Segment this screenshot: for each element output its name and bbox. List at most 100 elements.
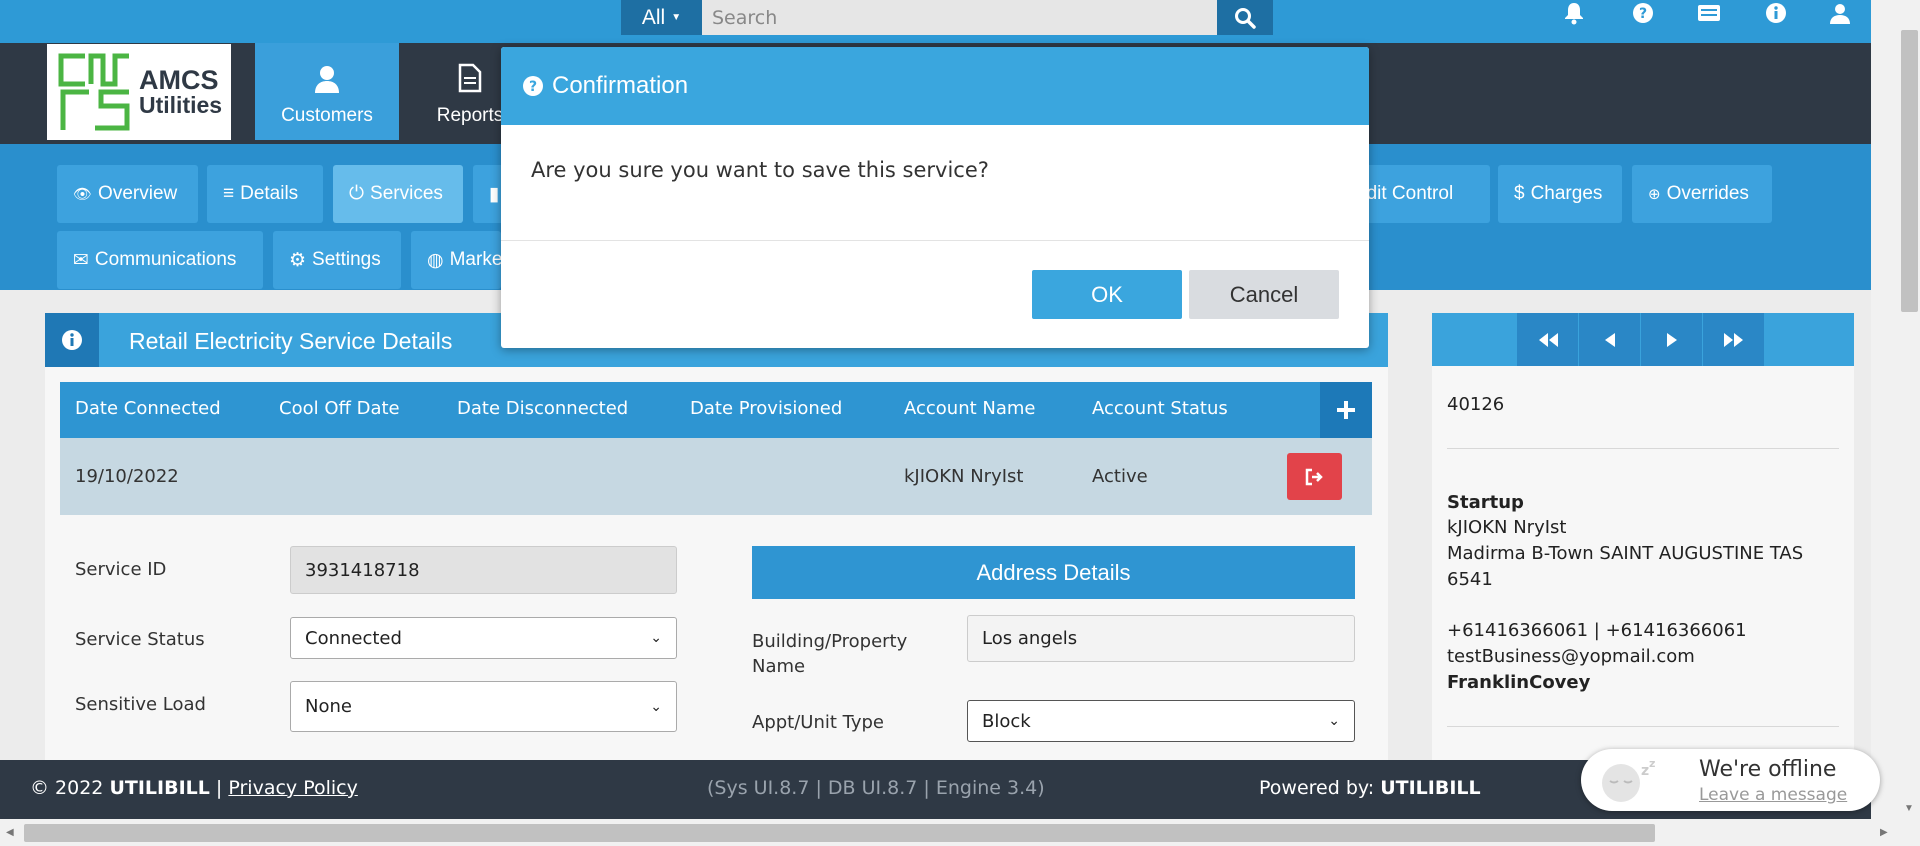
dialog-divider	[501, 240, 1369, 241]
tab-charges-label: Charges	[1530, 183, 1603, 204]
help-button[interactable]: ?	[1626, 0, 1660, 26]
building-name-label-line2: Name	[752, 656, 806, 677]
search-button[interactable]	[1217, 0, 1273, 35]
footer-brand: UTILIBILL	[109, 777, 210, 799]
power-icon: ⏻	[349, 183, 365, 204]
card-button[interactable]	[1692, 0, 1726, 26]
tab-overrides[interactable]: ⊕ Overrides	[1632, 165, 1772, 223]
customer-plan: Startup	[1447, 492, 1524, 513]
service-details-panel	[45, 313, 1388, 760]
nav-customers[interactable]: Customers	[255, 43, 399, 140]
service-status-select[interactable]: Connected ⌄	[290, 617, 677, 659]
tab-services[interactable]: ⏻ Services	[333, 165, 463, 223]
chevron-down-icon: ⌄	[650, 630, 662, 646]
tab-details[interactable]: ≡ Details	[207, 165, 323, 223]
cell-account-name: kJIOKN NryIst	[904, 466, 1024, 487]
customer-id: 40126	[1447, 394, 1505, 415]
svg-text:z: z	[1649, 757, 1655, 770]
customer-address-line1: Madirma B-Town SAINT AUGUSTINE TAS	[1447, 543, 1804, 564]
last-record-button[interactable]	[1703, 313, 1764, 366]
service-id-label: Service ID	[75, 559, 167, 580]
sensitive-load-label: Sensitive Load	[75, 694, 206, 715]
confirmation-dialog: ? Confirmation Are you sure you want to …	[501, 47, 1369, 348]
question-icon: ?	[1633, 3, 1653, 23]
tab-market[interactable]: ◍ Marke	[411, 231, 501, 289]
dialog-title: Confirmation	[552, 72, 689, 99]
scroll-right-arrow-icon[interactable]: ▶	[1880, 827, 1888, 838]
previous-record-button[interactable]	[1579, 313, 1640, 366]
user-icon	[315, 66, 339, 93]
fast-backward-icon	[1538, 332, 1558, 347]
envelope-icon: ✉	[73, 249, 89, 271]
tab-charges[interactable]: $ Charges	[1498, 165, 1622, 223]
plus-icon	[1337, 401, 1355, 419]
search-icon	[1235, 7, 1256, 29]
info-icon	[62, 330, 82, 350]
unit-type-value: Block	[982, 710, 1031, 732]
svg-text:?: ?	[529, 79, 537, 95]
notifications-button[interactable]	[1557, 0, 1591, 26]
first-record-button[interactable]	[1517, 313, 1578, 366]
customer-company: FranklinCovey	[1447, 672, 1591, 693]
unit-type-select[interactable]: Block ⌄	[967, 700, 1355, 742]
fast-forward-icon	[1723, 332, 1743, 347]
column-header: Date Disconnected	[457, 398, 629, 419]
sign-out-icon	[1305, 468, 1323, 485]
amcs-logo-icon	[58, 53, 130, 131]
horizontal-scroll-thumb[interactable]	[24, 824, 1655, 842]
caret-down-icon: ▼	[671, 12, 682, 23]
cancel-button[interactable]: Cancel	[1189, 270, 1339, 319]
address-details-header: Address Details	[752, 546, 1355, 599]
privacy-policy-link[interactable]: Privacy Policy	[228, 777, 357, 799]
cell-date-connected: 19/10/2022	[75, 466, 179, 487]
chat-widget[interactable]: z z We're offline Leave a message	[1581, 749, 1880, 811]
column-header: Account Status	[1092, 398, 1228, 419]
info-button[interactable]	[1759, 0, 1793, 26]
cell-account-status: Active	[1092, 466, 1148, 487]
svg-text:z: z	[1641, 763, 1649, 779]
building-name-field[interactable]: Los angels	[967, 615, 1355, 662]
nav-reports-label: Reports	[436, 105, 504, 126]
gear-icon: ⚙	[289, 249, 307, 271]
panel-title: Retail Electricity Service Details	[129, 328, 453, 354]
service-id-field: 3931418718	[290, 546, 677, 594]
unit-type-label: Appt/Unit Type	[752, 712, 884, 733]
add-service-button[interactable]	[1320, 382, 1372, 438]
tab-market-label: Marke	[449, 249, 501, 270]
tab-settings[interactable]: ⚙ Settings	[273, 231, 401, 289]
tab-overview[interactable]: 👁 Overview	[57, 165, 198, 223]
backward-icon	[1604, 332, 1615, 347]
scroll-left-arrow-icon[interactable]: ◀	[6, 827, 14, 838]
tab-communications[interactable]: ✉ Communications	[57, 231, 263, 289]
ok-button[interactable]: OK	[1032, 270, 1182, 319]
disconnect-button[interactable]	[1287, 453, 1342, 500]
dialog-header: ? Confirmation	[501, 47, 1369, 125]
building-name-label: Building/Property Name	[752, 629, 907, 679]
copyright-text: © 2022	[30, 777, 104, 799]
eye-icon: 👁	[73, 186, 93, 203]
next-record-button[interactable]	[1641, 313, 1702, 366]
column-header: Cool Off Date	[279, 398, 400, 419]
footer-copyright: © 2022 UTILIBILL | Privacy Policy	[30, 777, 358, 799]
logo-text-utilities: Utilities	[139, 92, 223, 118]
sensitive-load-select[interactable]: None ⌄	[290, 681, 677, 732]
scroll-down-arrow-icon[interactable]: ▼	[1904, 803, 1914, 814]
panel-info-badge	[45, 313, 99, 367]
arrow-circle-icon: ⊕	[1648, 186, 1661, 203]
tab-communications-label: Communications	[94, 249, 237, 270]
document-icon	[458, 63, 482, 93]
search-input[interactable]	[702, 0, 1217, 35]
tab-overrides-label: Overrides	[1666, 183, 1749, 204]
leave-message-link[interactable]: Leave a message	[1699, 785, 1847, 805]
svg-text:?: ?	[1639, 6, 1647, 22]
info-icon	[1766, 3, 1786, 23]
search-scope-dropdown[interactable]: All ▼	[621, 0, 702, 35]
dialog-message: Are you sure you want to save this servi…	[531, 158, 989, 182]
tab-services-label: Services	[370, 183, 443, 204]
service-status-value: Connected	[305, 627, 402, 649]
vertical-scroll-thumb[interactable]	[1901, 30, 1918, 312]
company-logo[interactable]: AMCS Utilities	[47, 44, 231, 140]
table-row[interactable]	[60, 438, 1372, 515]
user-menu-button[interactable]	[1823, 0, 1857, 26]
customer-email: testBusiness@yopmail.com	[1447, 646, 1695, 667]
